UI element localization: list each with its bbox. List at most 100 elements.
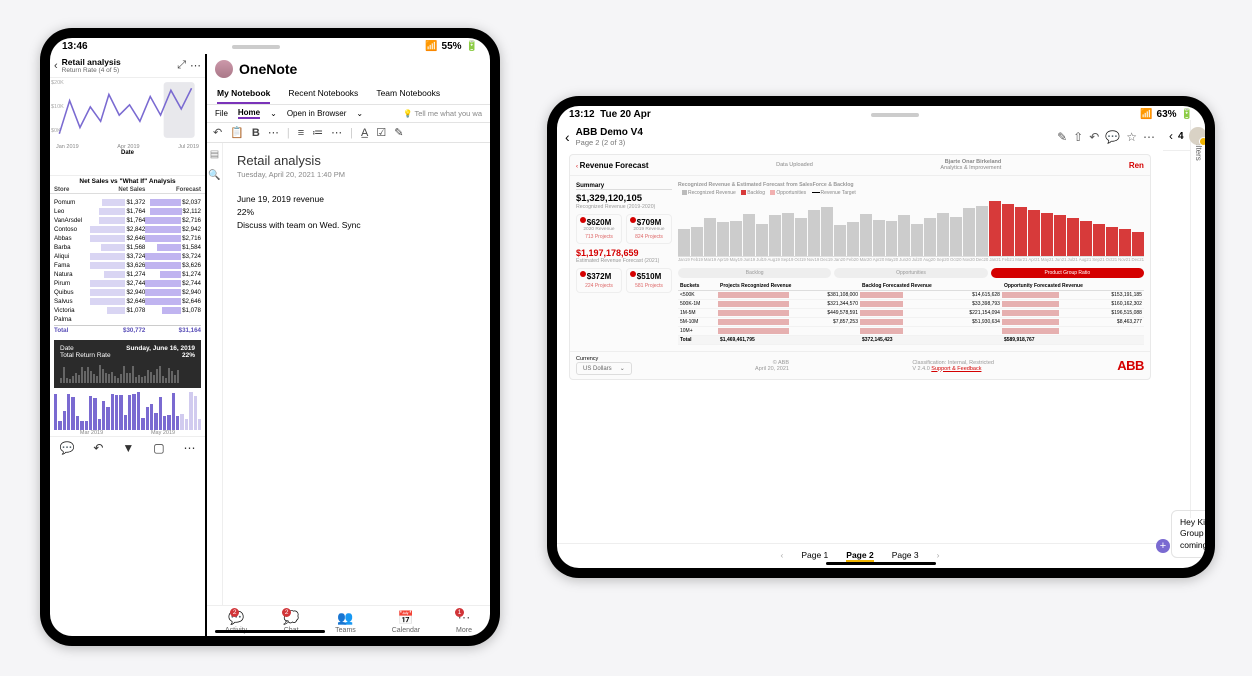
undo-icon[interactable]: ↶: [1089, 130, 1099, 144]
page-tab[interactable]: Page 2: [846, 550, 873, 562]
tab-recent[interactable]: Recent Notebooks: [288, 84, 358, 104]
next-page-icon[interactable]: ›: [937, 550, 940, 562]
abb-logo: ABB: [1117, 358, 1144, 373]
kpi-card[interactable]: $709M2019 Revenue824 Projects: [626, 214, 672, 244]
pages-icon[interactable]: ▢: [153, 441, 164, 455]
tab-team[interactable]: Team Notebooks: [376, 84, 440, 104]
back-icon[interactable]: ‹: [576, 164, 578, 170]
currency-select[interactable]: US Dollars⌄: [576, 362, 632, 375]
kpi-card[interactable]: $620M2020 Revenue713 Projects: [576, 214, 622, 244]
table-row[interactable]: <500K$381,108,000$14,615,628$153,191,185: [678, 291, 1144, 300]
table-row[interactable]: 10M+: [678, 327, 1144, 336]
table-row[interactable]: 5M-10M$7,857,253$51,930,634$8,463,277: [678, 318, 1144, 327]
table-row[interactable]: Palma: [54, 315, 201, 324]
styles-icon[interactable]: A̲: [361, 127, 368, 139]
chevron-down-icon[interactable]: ⌄: [356, 109, 363, 118]
tab-file[interactable]: File: [215, 109, 228, 118]
avatar[interactable]: [1189, 127, 1205, 145]
multitask-pill[interactable]: [871, 113, 919, 117]
more-icon[interactable]: ⋯: [183, 441, 195, 455]
unread-count: 4: [1178, 131, 1184, 142]
table-row[interactable]: Aliqui $3,724 $3,724: [54, 252, 201, 261]
table-row[interactable]: Barba $1,568 $1,584: [54, 243, 201, 252]
chart-legend: Recognized Revenue Backlog Opportunities…: [678, 190, 1144, 196]
message-input[interactable]: Hey Kisa, let's focus on Product Group r…: [1171, 510, 1205, 558]
table-row[interactable]: Leo $1,764 $2,112: [54, 207, 201, 216]
expand-icon[interactable]: ⤢: [177, 59, 186, 72]
numbering-icon[interactable]: ≔: [312, 126, 323, 139]
bullets-icon[interactable]: ≡: [298, 127, 304, 139]
filter-rail[interactable]: ‹ Filters: [1190, 122, 1205, 518]
page-tab[interactable]: Page 1: [801, 550, 828, 562]
share-icon[interactable]: ⇧: [1073, 130, 1083, 144]
more-icon[interactable]: ⋯: [1143, 130, 1155, 144]
combo-chart[interactable]: [678, 199, 1144, 257]
support-link[interactable]: Support & Feedback: [931, 366, 981, 372]
table-row[interactable]: Pomum $1,372 $2,037: [54, 198, 201, 207]
pill-backlog[interactable]: Backlog: [678, 268, 831, 278]
note-page[interactable]: Retail analysis Tuesday, April 20, 2021 …: [223, 143, 490, 605]
table-row[interactable]: Victoria $1,078 $1,078: [54, 306, 201, 315]
tab-home[interactable]: Home: [238, 108, 260, 119]
chart-tooltip: DateSunday, June 16, 2019 Total Return R…: [54, 340, 201, 388]
clipboard-icon[interactable]: 📋: [230, 126, 244, 139]
sections-icon[interactable]: ▤: [210, 149, 219, 160]
filter-icon[interactable]: ▼: [122, 441, 134, 455]
home-indicator[interactable]: [215, 630, 325, 633]
summary-panel: Summary $1,329,120,105 Recognized Revenu…: [576, 182, 672, 345]
tell-me[interactable]: Tell me what you wa: [414, 109, 482, 118]
section-rail: ▤ 🔍: [207, 143, 223, 605]
back-icon[interactable]: ‹: [1169, 129, 1173, 143]
table-row[interactable]: Quibus $2,940 $2,940: [54, 288, 201, 297]
ink-icon[interactable]: ✎: [394, 126, 403, 139]
line-chart-svg: [54, 80, 201, 142]
kpi-card[interactable]: $372M224 Projects: [576, 268, 622, 293]
undo-icon[interactable]: ↶: [213, 126, 222, 139]
back-icon[interactable]: ‹: [565, 129, 570, 145]
comment-icon[interactable]: 💬: [59, 441, 74, 455]
table-row[interactable]: Pirum $2,744 $2,744: [54, 279, 201, 288]
undo-icon[interactable]: ↶: [93, 441, 103, 455]
nav-tab[interactable]: ⋯More1: [456, 610, 472, 634]
pill-product-group[interactable]: Product Group Ratio: [991, 268, 1144, 278]
page-tab[interactable]: Page 3: [892, 550, 919, 562]
nav-tab[interactable]: 👥Teams: [335, 610, 356, 634]
data-table[interactable]: Pomum $1,372 $2,037Leo $1,764 $2,112VanA…: [50, 194, 205, 334]
more-icon[interactable]: ⋯: [331, 126, 342, 139]
attach-icon[interactable]: +: [1156, 539, 1170, 553]
bucket-table[interactable]: Buckets Projects Recognized Revenue Back…: [678, 282, 1144, 345]
tab-open-browser[interactable]: Open in Browser: [287, 109, 347, 118]
more-icon[interactable]: ⋯: [268, 126, 279, 139]
pill-opportunities[interactable]: Opportunities: [834, 268, 987, 278]
table-row[interactable]: VanArsdel $1,764 $2,716: [54, 216, 201, 225]
prev-page-icon[interactable]: ‹: [780, 550, 783, 562]
table-row[interactable]: Natura $1,274 $1,274: [54, 270, 201, 279]
bold-button[interactable]: B: [252, 127, 260, 139]
tags-icon[interactable]: ☑: [376, 126, 386, 139]
page-title[interactable]: Retail analysis: [237, 153, 476, 168]
table-row[interactable]: Abbas $2,646 $2,716: [54, 234, 201, 243]
table-row[interactable]: 1M-5M$449,578,591$221,154,094$196,515,08…: [678, 309, 1144, 318]
table-row[interactable]: 500K-1M$321,344,570$33,398,793$160,162,3…: [678, 300, 1144, 309]
table-row[interactable]: Salvus $2,646 $2,646: [54, 297, 201, 306]
back-icon[interactable]: ‹: [54, 60, 58, 72]
home-indicator[interactable]: [826, 562, 936, 565]
star-icon[interactable]: ☆: [1126, 130, 1137, 144]
more-icon[interactable]: ⋯: [190, 59, 201, 72]
report-canvas[interactable]: ‹ Revenue Forecast Data Uploaded Bjarte …: [569, 154, 1151, 380]
multitask-pill[interactable]: [232, 45, 280, 49]
comment-icon[interactable]: 💬: [1105, 130, 1120, 144]
kpi-card[interactable]: $510M581 Projects: [626, 268, 672, 293]
search-icon[interactable]: 🔍: [208, 170, 220, 181]
tab-my-notebook[interactable]: My Notebook: [217, 84, 270, 104]
table-row[interactable]: Contoso $2,842 $2,942: [54, 225, 201, 234]
bar-chart[interactable]: Mar 2019 May 2019: [50, 388, 205, 436]
report-subtitle: Return Rate (4 of 5): [62, 67, 174, 74]
nav-tab[interactable]: 📅Calendar: [392, 610, 420, 634]
pencil-icon[interactable]: ✎: [1057, 130, 1067, 144]
line-chart[interactable]: $20K $10K $0K Jan 2019 Apr 2019 Jul 2019…: [50, 78, 205, 176]
avatar[interactable]: [215, 60, 233, 78]
refresh-label[interactable]: Ren: [1129, 161, 1144, 170]
table-row[interactable]: Fama $3,626 $3,626: [54, 261, 201, 270]
chevron-down-icon[interactable]: ⌄: [270, 109, 277, 118]
